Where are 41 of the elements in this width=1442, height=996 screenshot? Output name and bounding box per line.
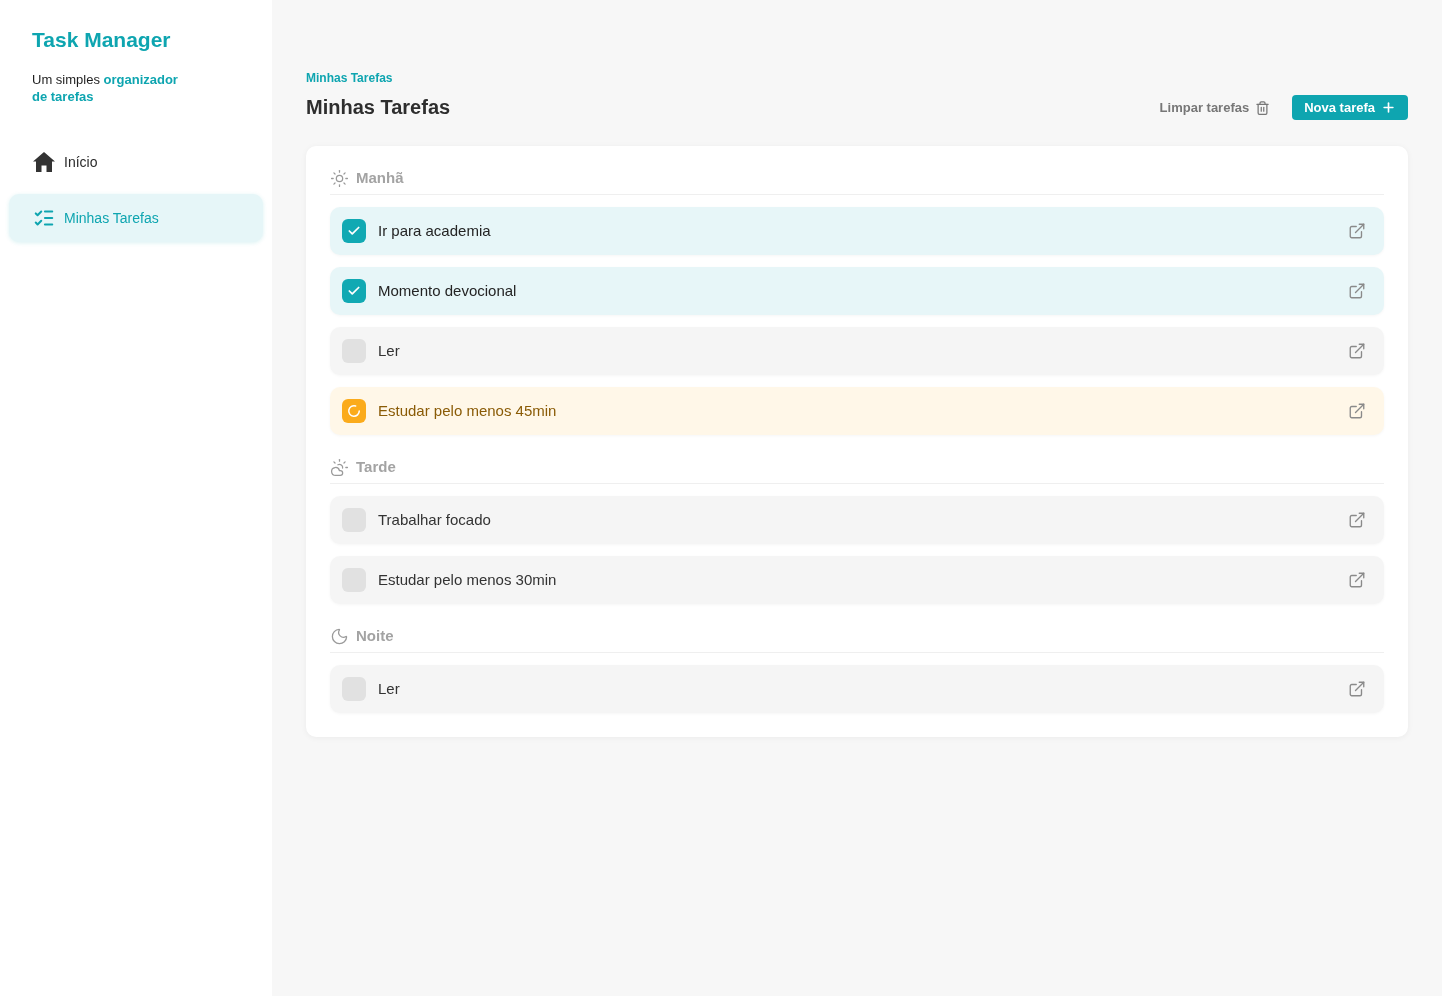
external-link-icon[interactable] — [1348, 402, 1366, 420]
external-link-icon[interactable] — [1348, 282, 1366, 300]
sun-icon — [330, 169, 349, 188]
task-row[interactable]: Ler — [330, 327, 1384, 375]
task-label: Momento devocional — [378, 280, 518, 301]
task-label: Estudar pelo menos 45min — [378, 400, 558, 421]
task-row[interactable]: Ler — [330, 665, 1384, 713]
task-label: Estudar pelo menos 30min — [378, 569, 558, 590]
task-row[interactable]: Estudar pelo menos 45min — [330, 387, 1384, 435]
page-title: Minhas Tarefas — [306, 95, 451, 120]
check-icon — [347, 284, 361, 298]
in-progress-checkbox[interactable] — [342, 399, 366, 423]
section-heading: Tarde — [356, 457, 396, 478]
app-tagline: Um simples organizador de tarefas — [32, 71, 179, 105]
checkbox[interactable] — [342, 279, 366, 303]
house-icon — [33, 152, 55, 172]
clear-tasks-button[interactable]: Limpar tarefas — [1159, 97, 1271, 118]
sidebar-nav-item[interactable]: Início — [9, 138, 263, 186]
plus-icon — [1381, 100, 1396, 115]
spinner-icon — [347, 404, 361, 418]
app-title: Task Manager — [32, 27, 172, 53]
section-heading: Manhã — [356, 168, 404, 189]
task-row[interactable]: Ir para academia — [330, 207, 1384, 255]
moon-icon — [330, 627, 349, 646]
external-link-icon[interactable] — [1348, 571, 1366, 589]
check-icon — [347, 224, 361, 238]
task-label: Ler — [378, 340, 401, 361]
external-link-icon[interactable] — [1348, 222, 1366, 240]
cloud-sun-icon — [330, 458, 349, 477]
external-link-icon[interactable] — [1348, 511, 1366, 529]
task-label: Trabalhar focado — [378, 509, 492, 530]
checkbox[interactable] — [342, 219, 366, 243]
task-label: Ir para academia — [378, 220, 492, 241]
task-row[interactable]: Momento devocional — [330, 267, 1384, 315]
section-heading: Noite — [356, 626, 394, 647]
task-label: Ler — [378, 678, 401, 699]
external-link-icon[interactable] — [1348, 342, 1366, 360]
task-row[interactable]: Trabalhar focado — [330, 496, 1384, 544]
trash-icon — [1255, 99, 1271, 116]
task-row[interactable]: Estudar pelo menos 30min — [330, 556, 1384, 604]
external-link-icon[interactable] — [1348, 680, 1366, 698]
